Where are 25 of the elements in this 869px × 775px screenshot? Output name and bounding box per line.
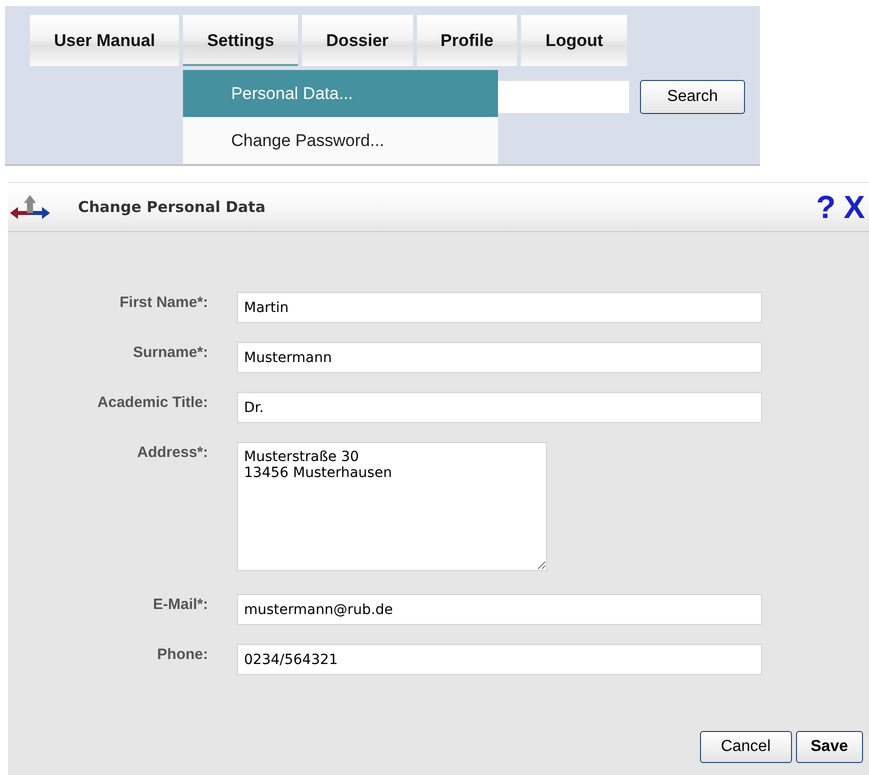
- menu-button[interactable]: Settings: [183, 15, 298, 66]
- input-field[interactable]: Dr.: [237, 392, 762, 423]
- field-label: Address*:: [136, 443, 208, 463]
- menu-button[interactable]: Logout: [521, 15, 628, 66]
- help-button[interactable]: ?: [812, 191, 840, 223]
- field-label: Phone:: [156, 645, 208, 665]
- input-field[interactable]: Mustermann: [237, 342, 762, 373]
- menu-button[interactable]: Dossier: [302, 15, 413, 66]
- input-field[interactable]: Martin: [237, 292, 762, 323]
- close-button[interactable]: X: [840, 191, 869, 223]
- dropdown-item[interactable]: Personal Data...: [183, 70, 498, 117]
- menu-button[interactable]: User Manual: [30, 15, 180, 66]
- field-label: First Name*:: [118, 293, 208, 313]
- input-field[interactable]: mustermann@rub.de: [237, 594, 762, 625]
- save-button[interactable]: Save: [796, 731, 863, 763]
- search-button[interactable]: Search: [640, 80, 745, 114]
- field-label: Surname*:: [132, 343, 208, 363]
- menu-button[interactable]: Profile: [416, 15, 518, 66]
- input-field[interactable]: 0234/564321: [237, 644, 762, 675]
- field-label: E-Mail*:: [152, 595, 208, 615]
- dialog-title: Change Personal Data: [78, 198, 266, 216]
- arrows-icon: [8, 194, 52, 220]
- field-label: Academic Title:: [96, 393, 208, 413]
- cancel-button[interactable]: Cancel: [700, 731, 792, 763]
- address-field[interactable]: Musterstraße 30 13456 Musterhausen: [237, 442, 547, 571]
